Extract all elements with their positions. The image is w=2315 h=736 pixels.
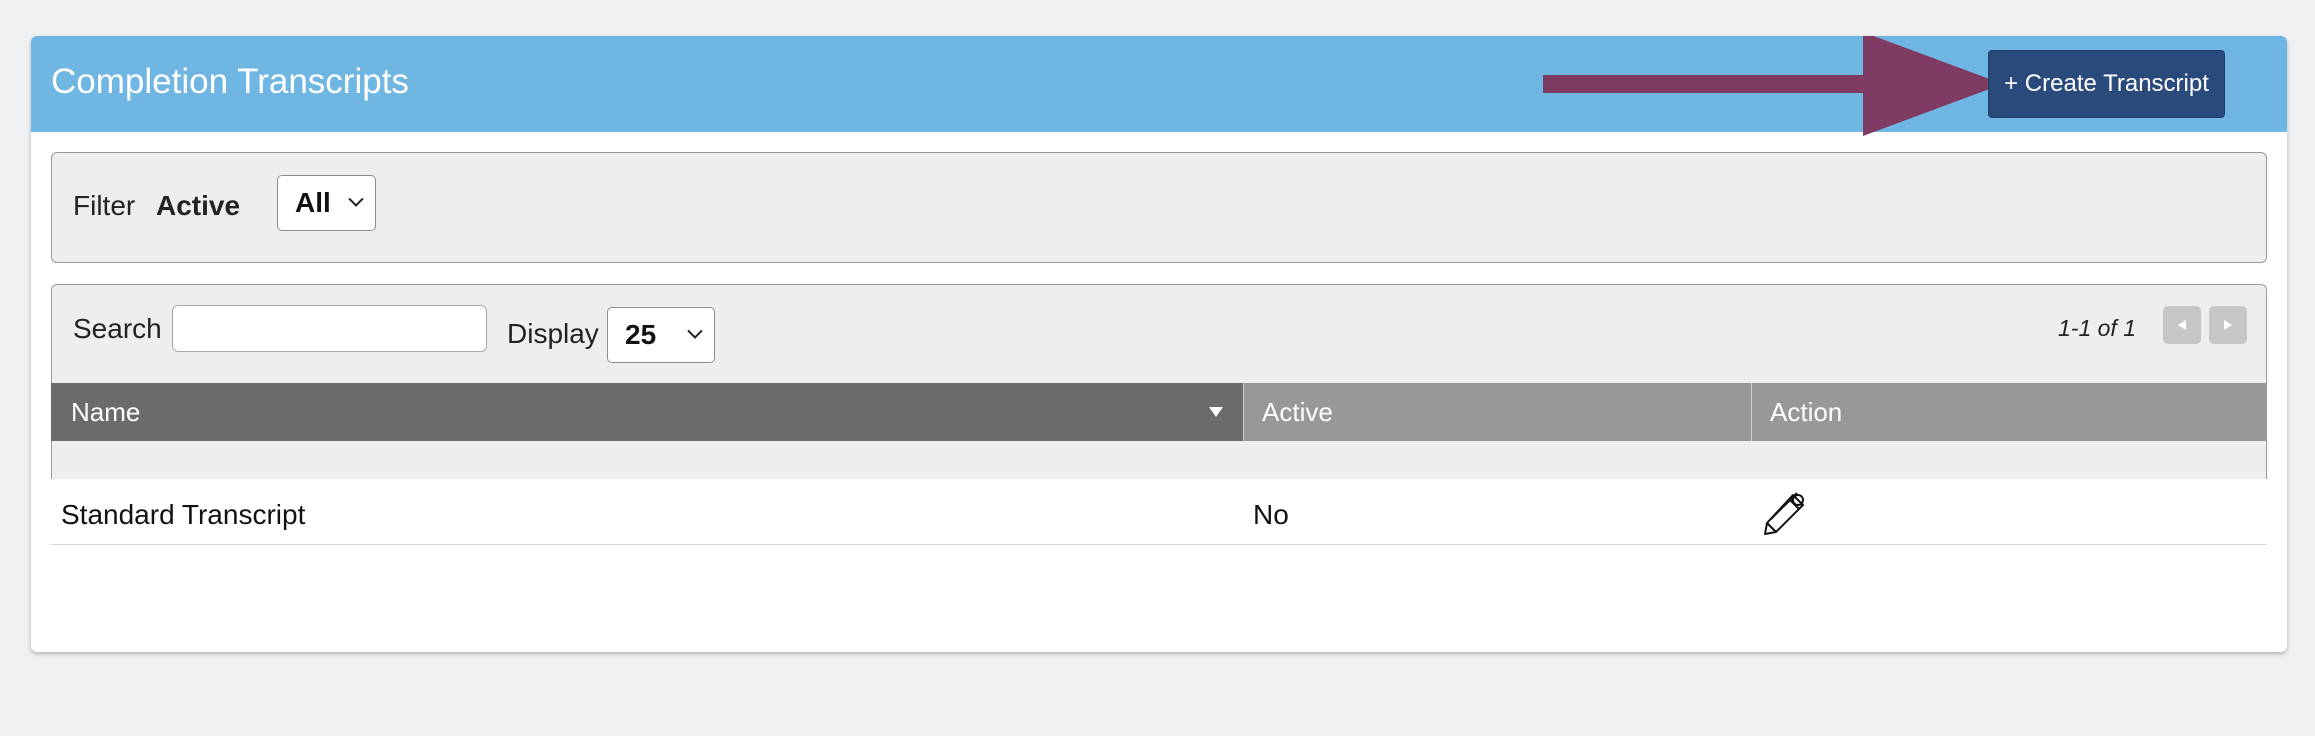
column-header-active[interactable]: Active (1243, 383, 1751, 441)
row-name-cell: Standard Transcript (61, 499, 306, 530)
column-header-action-label: Action (1770, 396, 1843, 427)
filter-bar: Filter Active All (51, 152, 2267, 263)
table-container: Search Display 25 1-1 of 1 Name Active A… (51, 284, 2267, 509)
column-header-name[interactable]: Name (51, 383, 1243, 441)
chevron-down-icon (348, 197, 364, 207)
display-count-value: 25 (625, 319, 657, 350)
filter-active-label: Active (156, 190, 241, 221)
pager-next-button[interactable] (2209, 306, 2247, 344)
search-label: Search (73, 313, 162, 344)
triangle-left-icon (2178, 320, 2186, 330)
page-title: Completion Transcripts (51, 62, 409, 101)
create-transcript-button[interactable]: + Create Transcript (1988, 50, 2225, 118)
pager-prev-button[interactable] (2163, 306, 2201, 344)
column-header-name-label: Name (71, 396, 141, 427)
active-filter-select[interactable]: All (277, 175, 376, 231)
table-header: Name Active Action (51, 383, 2267, 441)
pencil-icon[interactable] (1761, 489, 1809, 537)
arrow-right-icon (1543, 36, 2003, 136)
display-count-select[interactable]: 25 (607, 307, 715, 363)
search-input[interactable] (172, 305, 487, 352)
column-header-action: Action (1751, 383, 2267, 441)
table-row: Standard Transcript No (51, 479, 2267, 545)
sort-down-icon (1209, 407, 1223, 417)
triangle-right-icon (2224, 320, 2232, 330)
chevron-down-icon (687, 329, 703, 339)
row-active-cell: No (1253, 499, 1289, 530)
display-label: Display (507, 318, 599, 349)
filter-label: Filter (73, 190, 136, 221)
panel-header: Completion Transcripts + Create Transcri… (31, 36, 2287, 136)
transcripts-panel: Completion Transcripts + Create Transcri… (31, 36, 2287, 652)
column-header-active-label: Active (1262, 396, 1333, 427)
pager-text: 1-1 of 1 (2058, 315, 2136, 341)
active-filter-value: All (295, 187, 331, 218)
